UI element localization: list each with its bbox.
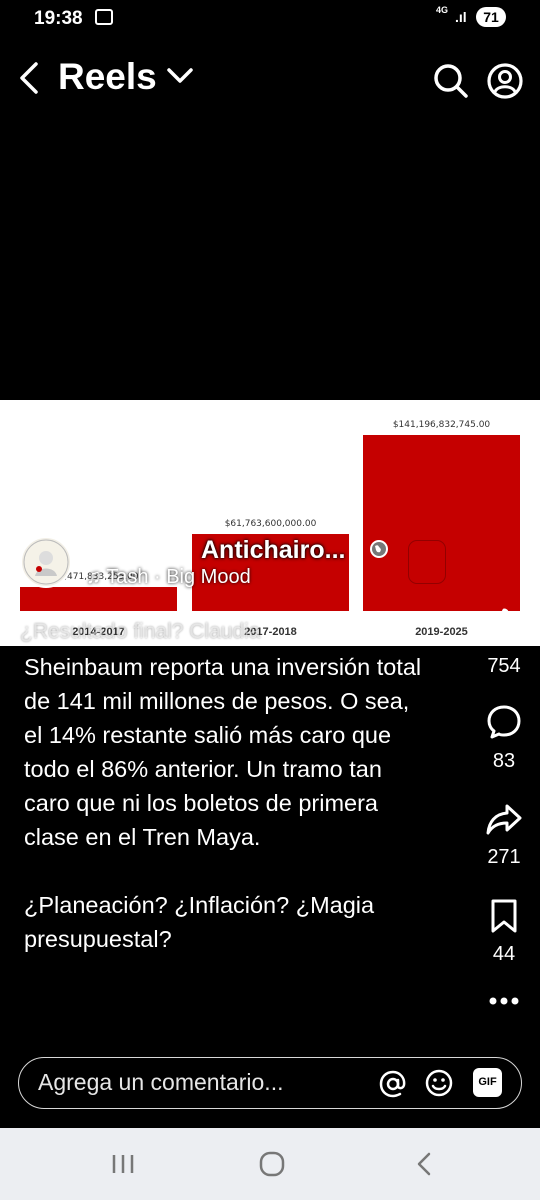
- ghost-question-text: ¿Resultado final? Claudia: [20, 620, 261, 643]
- status-bar: 19:38 4G .ıl 71: [0, 0, 540, 36]
- avatar-image: [23, 539, 69, 585]
- gif-button[interactable]: GIF: [473, 1068, 502, 1097]
- comment-icon[interactable]: [486, 704, 522, 740]
- like-icon[interactable]: [484, 606, 524, 646]
- comment-count: 83: [492, 750, 516, 772]
- globe-icon: [370, 540, 388, 558]
- play-overlay-icon: [408, 540, 446, 584]
- account-icon[interactable]: [486, 62, 524, 100]
- save-count: 44: [492, 943, 516, 965]
- chart-value-label: $61,763,600,000.00: [225, 519, 317, 529]
- network-type: 4G: [436, 5, 449, 15]
- channel-name[interactable]: Antichairo...: [201, 536, 345, 565]
- video-player[interactable]: 1,471,833,255.00 2014-2017 $61,763,600,000…: [0, 400, 540, 646]
- comment-placeholder: Agrega un comentario...: [38, 1069, 284, 1095]
- battery-level: 71: [476, 7, 506, 27]
- system-nav-bar: [0, 1128, 540, 1200]
- chart-category-label: 2019-2025: [415, 626, 468, 638]
- chevron-down-icon[interactable]: [166, 66, 194, 86]
- chart-bar: [363, 435, 520, 611]
- home-icon[interactable]: [259, 1151, 285, 1177]
- bar-chart: 1,471,833,255.002014-2017$61,763,600,000…: [20, 420, 520, 638]
- chart-value-label: $141,196,832,745.00: [393, 420, 491, 430]
- back-nav-icon[interactable]: [414, 1151, 434, 1177]
- screen-record-icon: [95, 9, 113, 25]
- channel-avatar[interactable]: [20, 536, 72, 588]
- clock: 19:38: [34, 8, 83, 29]
- search-icon[interactable]: [432, 62, 470, 100]
- music-info[interactable]: ♫ Tash · Big Mood: [86, 566, 251, 589]
- more-options-icon[interactable]: [488, 995, 520, 1007]
- share-count: 271: [487, 846, 521, 868]
- share-icon[interactable]: [485, 802, 523, 836]
- like-count: 754: [487, 655, 521, 677]
- recent-apps-icon[interactable]: [111, 1153, 135, 1175]
- signal-icon: .ıl: [455, 9, 467, 25]
- page-title[interactable]: Reels: [58, 56, 157, 98]
- reel-caption: Sheinbaum reporta una inversión total de…: [24, 654, 422, 952]
- back-arrow-icon[interactable]: [18, 56, 42, 100]
- mention-icon[interactable]: [378, 1069, 408, 1099]
- channel-ghost-text: Antipeje: [86, 536, 177, 564]
- chart-bar: [20, 587, 177, 611]
- bookmark-icon[interactable]: [489, 898, 519, 934]
- emoji-icon[interactable]: [424, 1068, 454, 1098]
